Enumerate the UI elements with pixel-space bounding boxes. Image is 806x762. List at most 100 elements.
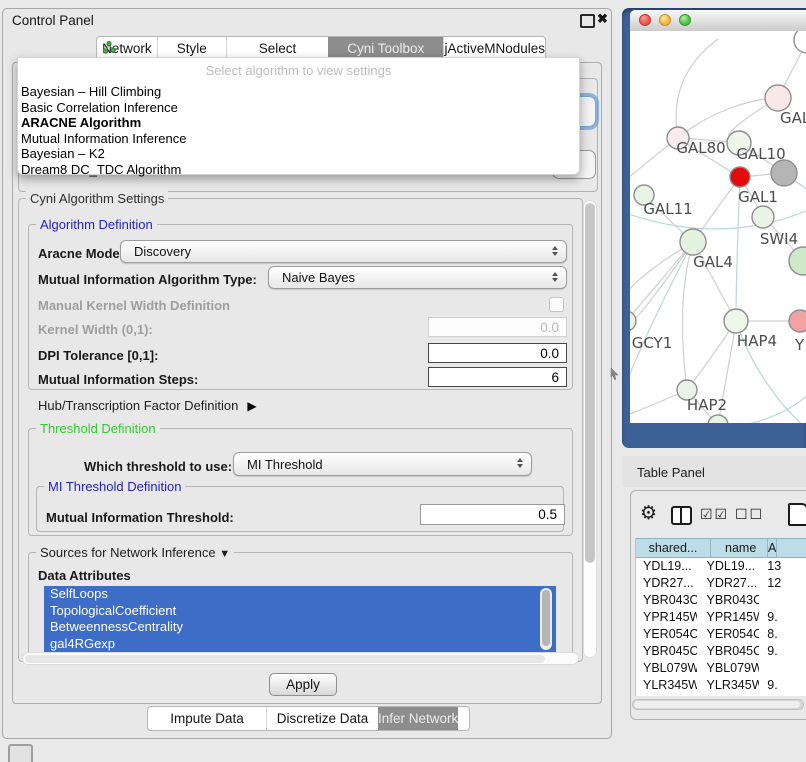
network-node[interactable] — [680, 229, 706, 255]
apply-button[interactable]: Apply — [269, 673, 337, 696]
control-panel-title: Control Panel — [12, 13, 94, 28]
panel-grip-icon[interactable] — [8, 744, 33, 762]
network-canvas-svg: GAL80GALGAL10GAL1GAL11SWI4GAL4GCY1HAP4YH… — [630, 31, 806, 423]
algorithm-option[interactable]: Bayesian – Hill Climbing — [20, 84, 577, 100]
table-body: YDL19... YDL19... 13 YDR27... YDR27... 1… — [636, 558, 806, 696]
mi-steps-label: Mutual Information Steps: — [38, 372, 198, 387]
kernel-width-field[interactable]: 0.0 — [428, 317, 567, 337]
combo-stepper-icon — [552, 272, 558, 282]
bottom-tab[interactable]: Discretize Data — [266, 707, 378, 730]
dpi-tolerance-field[interactable]: 0.0 — [428, 343, 567, 363]
attribute-item-selected[interactable]: SelfLoops — [44, 586, 556, 603]
algorithm-dropdown-popup: Select algorithm to view settings Bayesi… — [17, 57, 580, 175]
algorithm-option[interactable]: Basic Correlation Inference — [20, 100, 577, 116]
dpi-tolerance-label: DPI Tolerance [0,1]: — [38, 348, 158, 363]
network-node[interactable] — [794, 31, 806, 53]
desktop: Control Panel ✖ NetworkStyleSelectCyni T… — [0, 0, 806, 762]
document-icon[interactable] — [788, 503, 806, 526]
hub-definition-toggle[interactable]: Hub/Transcription Factor Definition ▶ — [38, 398, 257, 413]
network-node-labels: GAL80GALGAL10GAL1GAL11SWI4GAL4GCY1HAP4YH… — [632, 109, 806, 414]
chevron-down-icon: ▼ — [219, 548, 230, 560]
close-icon[interactable]: ✖ — [597, 11, 608, 27]
table-row[interactable]: YPR145W YPR145W 9. — [636, 609, 806, 626]
mi-threshold-group-title: MI Threshold Definition — [44, 479, 185, 494]
mi-threshold-label: Mutual Information Threshold: — [46, 510, 234, 525]
table-column-header[interactable]: A — [768, 539, 777, 557]
network-node[interactable] — [708, 415, 728, 423]
network-node[interactable] — [752, 206, 774, 228]
which-threshold-label: Which threshold to use: — [84, 459, 232, 474]
table-row[interactable]: YLR345W YLR345W 9. — [636, 677, 806, 694]
mi-type-select[interactable]: Naive Bayes — [268, 266, 567, 289]
network-node[interactable] — [730, 167, 750, 187]
mi-type-label: Mutual Information Algorithm Type: — [38, 272, 257, 287]
table-column-header[interactable]: shared... — [636, 539, 711, 557]
mac-close-button[interactable] — [639, 14, 651, 26]
sources-group-title[interactable]: Sources for Network Inference ▼ — [36, 545, 234, 560]
mi-steps-field[interactable]: 6 — [428, 367, 567, 387]
unchecked-boxes-icon[interactable]: ☐☐ — [735, 507, 764, 523]
mouse-cursor — [610, 368, 619, 380]
kernel-width-label: Kernel Width (0,1): — [38, 322, 153, 337]
attribute-item-selected[interactable]: BetweennessCentrality — [44, 619, 556, 636]
network-node-label: GAL4 — [693, 253, 733, 271]
node-table: shared...nameA YDL19... YDL19... 13 YDR2… — [635, 538, 806, 696]
network-window-titlebar[interactable] — [630, 10, 806, 32]
network-node-label: GAL — [780, 109, 806, 127]
network-node[interactable] — [724, 309, 748, 333]
table-horizontal-thumb[interactable] — [634, 701, 800, 708]
network-node[interactable] — [765, 85, 791, 111]
combo-stepper-icon — [517, 458, 523, 468]
mi-threshold-field[interactable]: 0.5 — [420, 504, 565, 525]
manual-kernel-checkbox[interactable] — [549, 297, 564, 312]
network-node-label: GAL80 — [676, 139, 725, 157]
float-window-icon[interactable] — [580, 14, 595, 28]
network-icon — [103, 41, 116, 54]
table-row[interactable]: YBR045C YBR045C 9. — [636, 643, 806, 660]
checked-boxes-icon[interactable]: ☑☑ — [700, 507, 729, 523]
network-node-label: HAP2 — [687, 396, 727, 414]
table-column-header[interactable]: name — [711, 539, 768, 557]
table-row[interactable]: YDL19... YDL19... 13 — [636, 558, 806, 575]
algorithm-option[interactable]: Bayesian – K2 — [20, 146, 577, 162]
aracne-mode-select[interactable]: Discovery — [120, 240, 567, 263]
network-node[interactable] — [789, 310, 806, 332]
algorithm-option[interactable]: Mutual Information Inference — [20, 131, 577, 147]
settings-group-title: Cyni Algorithm Settings — [26, 191, 168, 206]
mac-minimize-button[interactable] — [659, 14, 671, 26]
bottom-tabs: Impute DataDiscretize DataInfer Network — [147, 706, 470, 731]
network-node[interactable] — [789, 247, 806, 275]
bottom-tab[interactable]: Impute Data — [148, 707, 266, 730]
settings-horizontal-thumb[interactable] — [25, 655, 545, 663]
settings-scrollbar-thumb[interactable] — [585, 203, 595, 563]
network-node[interactable] — [771, 160, 797, 186]
algorithm-definition-title: Algorithm Definition — [36, 217, 157, 232]
which-threshold-select[interactable]: MI Threshold — [233, 452, 532, 476]
algorithm-option[interactable]: ARACNE Algorithm — [20, 115, 577, 131]
mac-zoom-button[interactable] — [679, 14, 691, 26]
network-node-label: SWI4 — [760, 230, 798, 248]
network-canvas[interactable]: GAL80GALGAL10GAL1GAL11SWI4GAL4GCY1HAP4YH… — [630, 31, 806, 423]
data-attributes-label: Data Attributes — [38, 568, 131, 583]
network-nodes — [630, 31, 806, 423]
network-node-label: GAL10 — [736, 145, 785, 163]
dropdown-hint: Select algorithm to view settings — [18, 63, 579, 78]
manual-kernel-label: Manual Kernel Width Definition — [38, 298, 230, 313]
network-node-label: GCY1 — [632, 334, 673, 352]
table-row[interactable]: YBL079W YBL079W — [636, 660, 806, 677]
network-node-label: GAL1 — [738, 188, 778, 206]
table-row[interactable]: YIL052C YIL052C 9. — [636, 694, 806, 696]
combo-stepper-icon — [552, 246, 558, 256]
gear-icon[interactable]: ⚙ — [640, 502, 657, 524]
network-node[interactable] — [630, 311, 636, 331]
table-row[interactable]: YER054C YER054C 8. — [636, 626, 806, 643]
bottom-tab[interactable]: Infer Network — [378, 707, 458, 730]
column-layout-icon[interactable] — [671, 506, 692, 525]
attributes-scrollbar-thumb[interactable] — [542, 590, 550, 646]
table-header-row: shared...nameA — [636, 538, 806, 558]
table-row[interactable]: YDR27... YDR27... 12 — [636, 575, 806, 592]
attribute-item-selected[interactable]: gal4RGexp — [44, 636, 556, 653]
algorithm-option[interactable]: Dream8 DC_TDC Algorithm — [20, 162, 577, 178]
attribute-item-selected[interactable]: TopologicalCoefficient — [44, 603, 556, 620]
table-row[interactable]: YBR043C YBR043C — [636, 592, 806, 609]
